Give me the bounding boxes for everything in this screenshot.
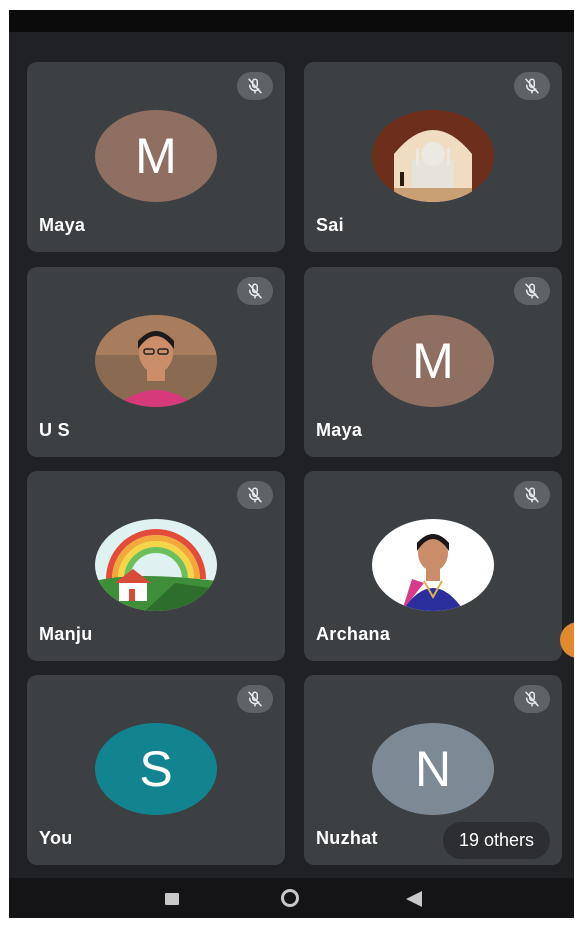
participant-tile[interactable]: U S (27, 267, 285, 457)
triangle-back-icon[interactable] (406, 891, 422, 907)
mic-off-icon (237, 685, 273, 713)
participant-name: U S (39, 420, 70, 440)
avatar: M (372, 315, 494, 407)
participant-name: Maya (316, 420, 363, 440)
status-bar (9, 10, 574, 32)
participant-name: Maya (39, 215, 86, 235)
mic-off-icon (514, 277, 550, 305)
circle-icon[interactable] (281, 889, 299, 907)
mic-off-icon (237, 72, 273, 100)
mic-off-icon (237, 481, 273, 509)
floating-bubble[interactable] (560, 622, 574, 658)
avatar-initial: M (412, 333, 454, 389)
participant-name: Sai (316, 215, 344, 235)
avatar-initial: S (139, 741, 173, 797)
avatar: M (95, 110, 217, 202)
avatar-photo (372, 110, 494, 202)
participant-name: Archana (316, 624, 391, 644)
participant-tile[interactable]: S You (27, 675, 285, 865)
others-button[interactable]: 19 others (442, 822, 550, 859)
avatar-photo (95, 315, 217, 407)
mic-off-icon (514, 72, 550, 100)
participant-name: Manju (39, 624, 93, 644)
participant-tile[interactable]: M Maya (27, 62, 285, 252)
navigation-bar (9, 878, 574, 918)
avatar: S (95, 723, 217, 815)
avatar: N (372, 723, 494, 815)
participant-name: Nuzhat (316, 828, 378, 848)
mic-off-icon (237, 277, 273, 305)
participant-name: You (39, 828, 73, 848)
meeting-screen: M Maya Sai U S M Maya Manju Archana S Yo… (9, 10, 574, 918)
mic-off-icon (514, 481, 550, 509)
square-icon[interactable] (165, 893, 179, 905)
avatar-initial: M (135, 128, 177, 184)
participant-tile[interactable]: M Maya (304, 267, 562, 457)
avatar-photo (372, 519, 494, 611)
participant-tile[interactable]: Manju (27, 471, 285, 661)
participant-tile[interactable]: N Nuzhat 19 others (304, 675, 562, 865)
participant-tile[interactable]: Sai (304, 62, 562, 252)
avatar-illustration (95, 519, 217, 611)
avatar-initial: N (414, 741, 452, 797)
mic-off-icon (514, 685, 550, 713)
participant-tile[interactable]: Archana (304, 471, 562, 661)
